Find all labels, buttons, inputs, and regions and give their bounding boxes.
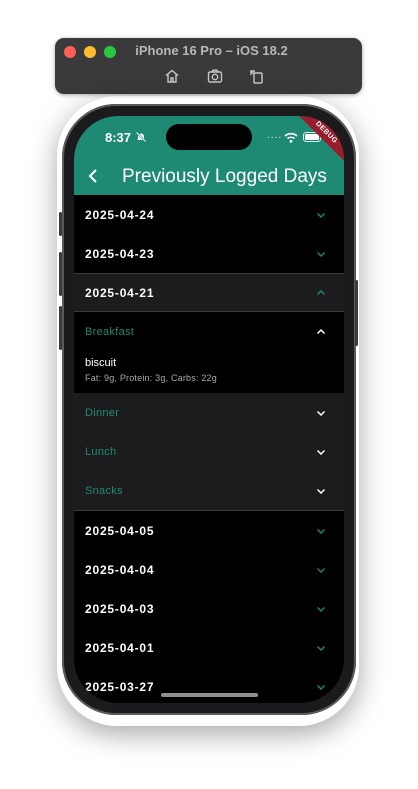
chevron-down-icon: [316, 410, 326, 416]
meal-row-snacks[interactable]: Snacks: [74, 471, 344, 510]
screenshot-icon[interactable]: [206, 67, 224, 85]
day-date: 2025-04-24: [85, 207, 155, 222]
chevron-down-icon: [317, 567, 325, 573]
back-arrow-icon[interactable]: [86, 166, 102, 186]
day-date: 2025-04-23: [85, 246, 155, 261]
cellular-signal: ....: [267, 130, 283, 141]
food-name: biscuit: [85, 357, 117, 369]
meal-row-dinner[interactable]: Dinner: [74, 393, 344, 432]
app-bar: 8:37 .... DEBUG Previously Logged Days: [74, 116, 344, 195]
day-date: 2025-04-04: [85, 562, 155, 577]
logged-days-list: 2025-04-24 2025-04-23 2025-04-21 Breakfa…: [74, 195, 344, 703]
collapsed-meals: Dinner Lunch Snacks: [74, 393, 344, 511]
day-row[interactable]: 2025-04-05: [74, 511, 344, 550]
rotate-icon[interactable]: [248, 67, 266, 85]
chevron-up-icon: [316, 328, 326, 334]
chevron-down-icon: [316, 449, 326, 455]
day-date: 2025-04-03: [85, 601, 155, 616]
day-row[interactable]: 2025-04-03: [74, 589, 344, 628]
day-row[interactable]: 2025-03-27: [74, 667, 344, 703]
dynamic-island: [166, 124, 252, 150]
day-date: 2025-03-27: [85, 679, 155, 694]
day-date: 2025-04-01: [85, 640, 155, 655]
day-row-expanded[interactable]: 2025-04-21: [74, 273, 344, 312]
action-button: [59, 212, 62, 236]
food-item: biscuit Fat: 9g, Protein: 3g, Carbs: 22g: [74, 351, 344, 393]
home-icon[interactable]: [163, 67, 181, 85]
simulator-title: iPhone 16 Pro – iOS 18.2: [135, 43, 288, 58]
day-date: 2025-04-05: [85, 523, 155, 538]
phone-screen: 8:37 .... DEBUG Previously Logged Days 2…: [74, 116, 344, 703]
meal-breakfast: Breakfast biscuit Fat: 9g, Protein: 3g, …: [74, 312, 344, 393]
wifi-icon: [284, 132, 298, 143]
day-row[interactable]: 2025-04-23: [74, 234, 344, 273]
home-indicator[interactable]: [161, 693, 258, 697]
day-row[interactable]: 2025-04-01: [74, 628, 344, 667]
status-time: 8:37: [105, 130, 132, 145]
chevron-down-icon: [316, 488, 326, 494]
page-title: Previously Logged Days: [122, 166, 327, 187]
meal-row-breakfast[interactable]: Breakfast: [74, 312, 344, 351]
meal-name: Lunch: [85, 445, 117, 458]
chevron-down-icon: [317, 606, 325, 612]
chevron-up-icon: [317, 289, 325, 295]
meal-row-lunch[interactable]: Lunch: [74, 432, 344, 471]
chevron-down-icon: [317, 684, 325, 690]
simulator-toolbar: iPhone 16 Pro – iOS 18.2: [55, 38, 362, 94]
volume-up-button: [59, 252, 62, 296]
food-macros: Fat: 9g, Protein: 3g, Carbs: 22g: [85, 373, 217, 383]
meal-name: Snacks: [85, 484, 123, 497]
chevron-down-icon: [317, 212, 325, 218]
chevron-down-icon: [317, 528, 325, 534]
day-date: 2025-04-21: [85, 285, 155, 300]
power-button: [355, 280, 358, 346]
chevron-down-icon: [317, 645, 325, 651]
bell-muted-icon: [135, 131, 147, 143]
meal-name: Breakfast: [85, 325, 135, 338]
meal-name: Dinner: [85, 406, 120, 419]
chevron-down-icon: [317, 251, 325, 257]
day-row[interactable]: 2025-04-24: [74, 195, 344, 234]
day-row[interactable]: 2025-04-04: [74, 550, 344, 589]
volume-down-button: [59, 306, 62, 350]
